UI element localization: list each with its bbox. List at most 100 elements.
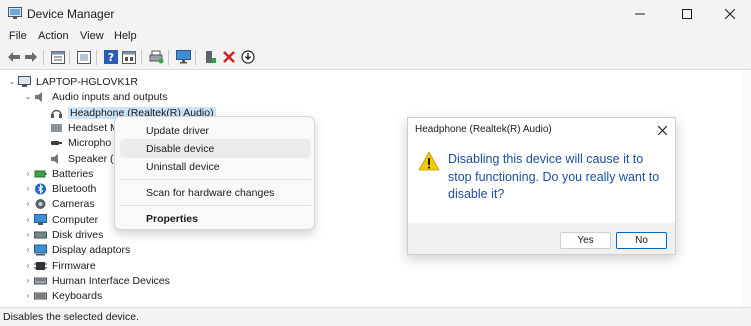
menu-file[interactable]: File (9, 28, 27, 42)
tree-category-keyboards[interactable]: › Keyboards (22, 288, 103, 303)
print-icon (149, 50, 163, 64)
status-text: Disables the selected device. (3, 311, 139, 323)
maximize-button[interactable] (664, 0, 710, 28)
device-manager-window: Device Manager File Action View Help ? ⌄… (0, 0, 751, 326)
headset-icon (50, 122, 63, 134)
computer-icon (34, 213, 47, 226)
tree-category-label: Display adaptors (52, 243, 131, 256)
chevron-right-icon[interactable]: › (22, 183, 34, 195)
tree-root[interactable]: ⌄ LAPTOP-HGLOVK1R (6, 74, 138, 89)
tree-category-label: Bluetooth (52, 182, 97, 195)
dialog-close-button[interactable] (655, 123, 669, 137)
remove-button[interactable] (221, 49, 237, 65)
firmware-icon (34, 260, 47, 272)
tree-device-speaker[interactable]: Speaker (R (50, 151, 121, 166)
menu-item-uninstall-device[interactable]: Uninstall device (120, 157, 311, 176)
print-button[interactable] (148, 49, 164, 65)
toolbar-separator (43, 50, 44, 65)
speaker-icon (50, 153, 63, 165)
minimize-icon (635, 13, 645, 15)
tree-category-human-interface-devices[interactable]: › Human Interface Devices (22, 273, 170, 288)
chevron-right-icon[interactable]: › (22, 229, 34, 241)
chevron-right-icon[interactable]: › (22, 198, 34, 210)
maximize-icon (682, 9, 692, 19)
tree-category-display-adaptors[interactable]: › Display adaptors (22, 242, 131, 257)
chevron-right-icon[interactable]: › (22, 168, 34, 180)
menu-view[interactable]: View (80, 28, 104, 42)
bluetooth-icon (34, 183, 47, 195)
toolbar-separator (96, 50, 97, 65)
chevron-right-icon[interactable]: › (22, 244, 34, 256)
menu-item-properties[interactable]: Properties (120, 209, 311, 228)
warning-icon (418, 151, 440, 171)
microphone-icon (50, 137, 63, 149)
tree-device-label: Headset M (68, 121, 119, 134)
toolbar-separator (69, 50, 70, 65)
menu-item-scan-hardware[interactable]: Scan for hardware changes (120, 183, 311, 202)
chevron-right-icon[interactable]: › (22, 290, 34, 302)
menu-separator (120, 205, 311, 206)
chevron-right-icon[interactable]: › (22, 275, 34, 287)
chevron-right-icon[interactable]: › (22, 214, 34, 226)
close-window-button[interactable] (707, 0, 751, 28)
monitor-icon (175, 50, 191, 64)
headphone-icon (50, 107, 63, 119)
display-adapter-icon (34, 244, 47, 256)
tree-category-label: Cameras (52, 197, 95, 210)
list-view-button[interactable] (76, 49, 92, 65)
chevron-down-icon[interactable]: ⌄ (6, 76, 18, 88)
help-button[interactable]: ? (103, 49, 119, 65)
vertical-scrollbar[interactable] (741, 71, 751, 307)
menu-bar: File Action View Help (0, 28, 751, 46)
properties-pane-button[interactable] (50, 49, 66, 65)
tree-category-label: Firmware (52, 259, 96, 272)
tree-category-batteries[interactable]: › Batteries (22, 166, 94, 181)
chevron-down-icon[interactable]: ⌄ (22, 91, 34, 103)
monitor-button[interactable] (175, 49, 191, 65)
svg-text:?: ? (108, 51, 114, 64)
tree-device-headset[interactable]: Headset M (50, 120, 119, 135)
tree-category-computer[interactable]: › Computer (22, 212, 98, 227)
tree-category-cameras[interactable]: › Cameras (22, 196, 95, 211)
close-icon (725, 9, 735, 19)
speaker-icon (34, 91, 47, 103)
dialog-message: Disabling this device will cause it to s… (448, 152, 660, 201)
keyboard-icon (34, 290, 47, 302)
computer-icon (18, 75, 31, 88)
forward-icon (25, 52, 37, 62)
add-driver-button[interactable] (202, 49, 218, 65)
add-driver-icon (206, 51, 216, 63)
back-button[interactable] (6, 49, 22, 65)
close-icon (657, 125, 667, 135)
camera-icon (34, 198, 47, 210)
tree-category-label: Human Interface Devices (52, 274, 170, 287)
device-manager-icon (8, 7, 22, 19)
list-view-icon (77, 50, 91, 64)
toolbar-separator (141, 50, 142, 65)
menu-item-disable-device[interactable]: Disable device (120, 139, 311, 158)
download-button[interactable] (240, 49, 256, 65)
tree-category-disk-drives[interactable]: › Disk drives (22, 227, 104, 242)
dialog-footer: Yes No (408, 223, 675, 254)
no-button[interactable]: No (616, 232, 667, 249)
tree-category-bluetooth[interactable]: › Bluetooth (22, 181, 97, 196)
chevron-right-icon[interactable]: › (22, 260, 34, 272)
tree-device-microphone[interactable]: Micropho (50, 135, 111, 150)
menu-help[interactable]: Help (114, 28, 137, 42)
toolbar-separator (168, 50, 169, 65)
menu-action[interactable]: Action (38, 28, 69, 42)
menu-item-update-driver[interactable]: Update driver (120, 121, 311, 140)
forward-button[interactable] (23, 49, 39, 65)
dialog-title: Headphone (Realtek(R) Audio) (415, 124, 552, 135)
yes-button[interactable]: Yes (560, 232, 611, 249)
tree-category-label: Computer (52, 213, 99, 226)
tree-category-label: Disk drives (52, 228, 104, 241)
status-bar: Disables the selected device. (0, 307, 751, 326)
hid-icon (34, 275, 47, 287)
tree-category-audio[interactable]: ⌄ Audio inputs and outputs (22, 89, 168, 104)
tree-category-firmware[interactable]: › Firmware (22, 258, 96, 273)
tree-device-label: Micropho (68, 136, 112, 149)
window-title: Device Manager (27, 7, 115, 21)
details-button[interactable] (121, 49, 137, 65)
minimize-button[interactable] (617, 0, 663, 28)
